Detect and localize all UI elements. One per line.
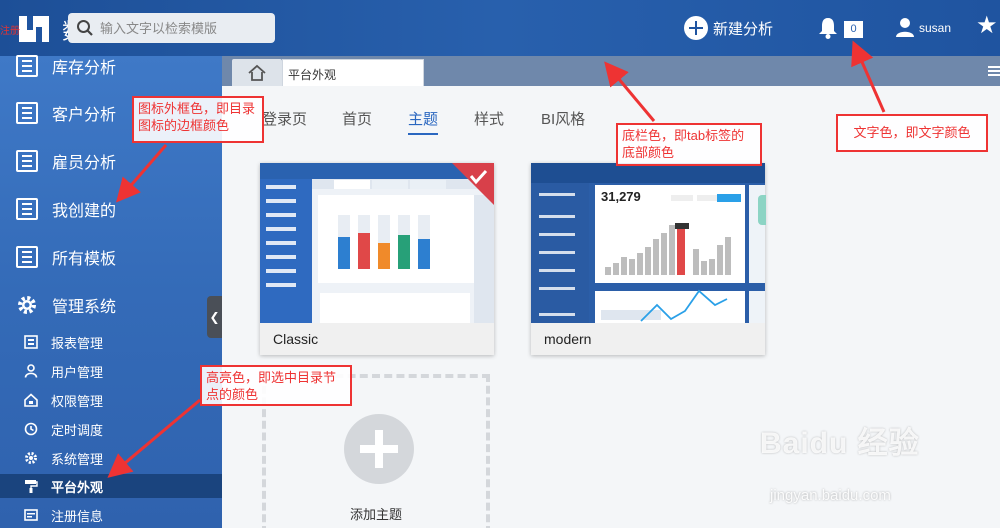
watermark-url: jingyan.baidu.com <box>770 487 891 504</box>
watermark-brand: Baidu 经验 <box>760 427 920 460</box>
